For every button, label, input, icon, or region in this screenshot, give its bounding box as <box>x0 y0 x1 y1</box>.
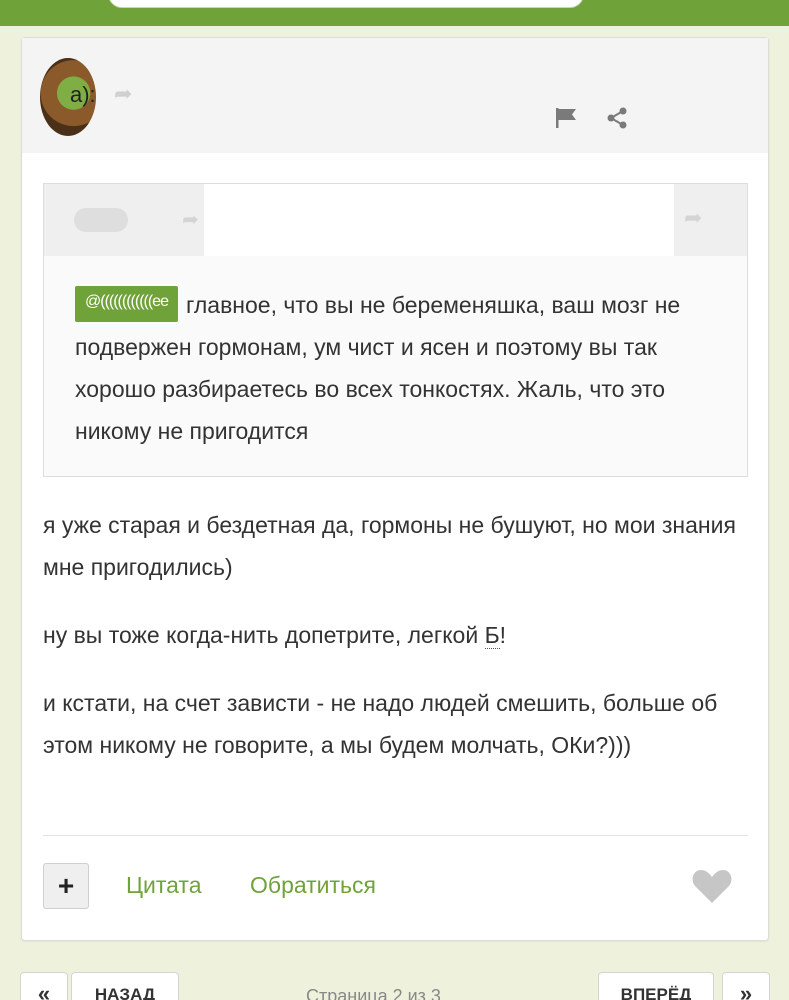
quote-jump-icon[interactable]: ➦ <box>684 206 720 230</box>
post-header: a): ➦ <box>22 38 768 153</box>
post-paragraph: ну вы тоже когда-нить допетрите, легкой … <box>43 614 753 656</box>
reply-arrow-icon[interactable]: ➦ <box>114 82 142 106</box>
quote-header-blank <box>204 184 674 256</box>
quote-link[interactable]: Цитата <box>126 872 202 899</box>
author-name[interactable]: a): <box>70 82 96 108</box>
paragraph-text: ! <box>499 622 507 648</box>
paragraph-text: ну вы тоже когда-нить допетрите, легкой <box>43 622 485 648</box>
quote-user-badge <box>74 208 128 232</box>
share-icon[interactable] <box>604 106 630 130</box>
quote-block: ➦ ➦ @((((((((((((ee главное, что вы не бе… <box>43 183 748 477</box>
quote-text: @((((((((((((ee главное, что вы не береме… <box>75 284 725 452</box>
post-body: я уже старая и бездетная да, гормоны не … <box>43 504 753 792</box>
page-indicator: Страница 2 из 3 <box>306 986 441 1000</box>
reply-link[interactable]: Обратиться <box>250 872 376 899</box>
user-mention[interactable]: @((((((((((((ee <box>75 285 178 322</box>
prev-page-button[interactable]: НАЗАД <box>71 972 179 1000</box>
divider <box>43 835 748 836</box>
next-page-button[interactable]: ВПЕРЁД <box>598 972 714 1000</box>
plus-button[interactable]: + <box>43 863 89 909</box>
first-page-button[interactable]: « <box>20 972 68 1000</box>
quote-header: ➦ ➦ <box>44 184 747 256</box>
heart-icon[interactable] <box>691 867 733 905</box>
flag-icon[interactable] <box>553 106 579 130</box>
smiley: Б <box>484 622 500 649</box>
post-paragraph: и кстати, на счет зависти - не надо люде… <box>43 690 718 758</box>
search-input[interactable] <box>108 0 584 8</box>
top-header <box>0 0 789 26</box>
post-paragraph: я уже старая и бездетная да, гормоны не … <box>43 512 736 580</box>
forum-post: a): ➦ ➦ ➦ @((((((((((((ee главное, что в… <box>21 37 769 941</box>
last-page-button[interactable]: » <box>722 972 770 1000</box>
